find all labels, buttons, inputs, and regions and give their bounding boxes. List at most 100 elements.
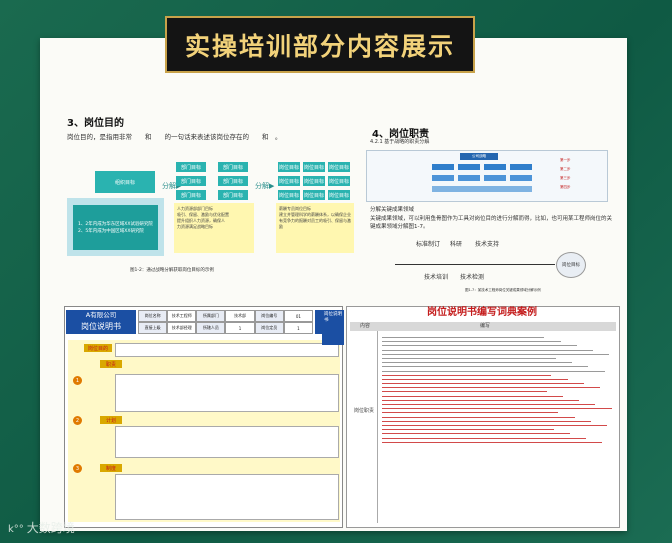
diagram-box-post-4: 岗位目标	[278, 176, 300, 186]
diagram-box-dept-3: 部门目标	[176, 176, 206, 186]
duty-text1: 分解关键成果领域	[370, 207, 415, 213]
fish-label-4: 技术培训	[424, 274, 449, 281]
purpose-caption: 图1-2：通过战略分解获取岗位目标的示例	[130, 268, 214, 273]
page-title-banner: 实操培训部分内容展示	[165, 16, 475, 73]
dict-text-line	[382, 399, 580, 401]
jd-header-cell: 技术部	[225, 310, 255, 322]
org-levels: 第一步 第二步 第三步 第四步	[560, 158, 571, 189]
diagram-box-dept-5: 部门目标	[176, 190, 206, 200]
dict-col2: 编写	[480, 323, 491, 329]
diagram-box-dept-6: 部门目标	[218, 190, 248, 200]
diagram-box-goals: 1、2年内成为华东区域XX试验研究院 2、5年内成为中国区域XX研究院	[73, 205, 158, 250]
org-box-e	[432, 175, 454, 181]
jd-section-1: 岗位目的	[84, 344, 112, 352]
diagram-box-post-8: 岗位目标	[303, 190, 325, 200]
purpose-text: 岗位目的，是指用非常 和 的一句话来表述该岗位存在的 和 。	[67, 133, 282, 141]
dict-text-line	[382, 362, 573, 364]
jd-section-2: 职责	[100, 360, 122, 368]
org-box-c	[484, 164, 506, 170]
dict-text-line	[382, 383, 584, 385]
org-box-h	[510, 175, 532, 181]
fish-label-5: 技术检测	[460, 274, 485, 281]
diagram-box-post-2: 岗位目标	[303, 162, 325, 172]
jd-header-grid: 岗位名称 技术工程师 所属部门 技术部 岗位编号 01 直接上级 技术部经理 所辖人员 1 岗位定员…	[138, 310, 313, 334]
watermark-logo: k°°	[8, 524, 24, 535]
org-box-d	[510, 164, 532, 170]
dict-body	[382, 334, 614, 522]
diagram-text-middle: 人力资源部部门目标 吸引、保留、激励与优化配置 提升组织人力资源，确保人 力资源满足战…	[177, 206, 229, 229]
slide-board: 3、岗位目的 岗位目的，是指用非常 和 的一句话来表述该岗位存在的 和 。 组织…	[40, 38, 627, 531]
diagram-box-dept-4: 部门目标	[218, 176, 248, 186]
jd-header-cell: 岗位定员	[254, 322, 284, 334]
page-title: 实操培训部分内容展示	[184, 31, 455, 61]
diagram-box-post-5: 岗位目标	[303, 176, 325, 186]
dict-text-line	[382, 391, 547, 393]
jd-header-cell: 岗位名称	[138, 310, 168, 322]
fish-label-1: 标准制订	[416, 241, 441, 248]
fish-label-3: 技术支持	[475, 241, 500, 248]
org-box-g	[484, 175, 506, 181]
duty-sub: 4.2.1 基于战略的职责分解	[370, 139, 430, 145]
jd-section-4: 制度	[100, 464, 122, 472]
dict-text-line	[382, 341, 561, 343]
dict-text-line	[382, 424, 608, 426]
jd-header-cell: 技术部经理	[167, 322, 197, 334]
jd-header-cell: 01	[283, 310, 313, 322]
purpose-heading: 3、岗位目的	[67, 118, 124, 129]
diagram-box-post-9: 岗位目标	[328, 190, 350, 200]
dict-text-line	[382, 404, 596, 405]
jd-num-3: 3	[73, 464, 82, 473]
dict-text-line	[382, 378, 568, 380]
jd-purpose-row	[115, 343, 339, 357]
jd-section-3: 计划	[100, 416, 122, 424]
dict-text-line	[382, 349, 594, 351]
jd-header-cell: 1	[283, 322, 313, 334]
diagram-box-dept-2: 部门目标	[218, 162, 248, 172]
watermark-text: 大数跨境	[26, 521, 75, 535]
dict-text-line	[382, 433, 570, 435]
duty-caption: 图1-7：某技术工程师岗位关键成果领域分解示例	[465, 288, 541, 292]
jd-header-cell: 所辖人员	[196, 322, 226, 334]
jd-header-cell: 1	[225, 322, 255, 334]
dict-text-line	[382, 429, 554, 431]
dict-divider	[377, 331, 378, 523]
jd-header-cell: 直接上级	[138, 322, 168, 334]
dict-col1: 内容	[360, 323, 371, 329]
dict-text-line	[382, 437, 587, 439]
org-box-b	[458, 164, 480, 170]
fish-label-2: 科研	[450, 241, 463, 248]
jd-header-cell: 岗位编号	[254, 310, 284, 322]
diagram-box-post-7: 岗位目标	[278, 190, 300, 200]
dict-text-line	[382, 370, 605, 372]
diagram-box-post-6: 岗位目标	[328, 176, 350, 186]
jd-num-1: 1	[73, 376, 82, 385]
dict-text-line	[382, 374, 552, 376]
dict-row-label: 岗位职责	[354, 408, 375, 414]
jd-company: A有限公司	[85, 311, 117, 319]
jd-num-2: 2	[73, 416, 82, 425]
jd-header-cell: 技术工程师	[167, 310, 197, 322]
jd-duty-row-1	[115, 374, 339, 412]
arrow-2: 分解▶	[255, 182, 275, 190]
org-box-bottom	[432, 186, 532, 192]
jd-header-cell: 所属部门	[196, 310, 226, 322]
dict-text-line	[382, 353, 610, 355]
fish-spine	[395, 264, 555, 265]
dict-text-line	[382, 441, 603, 443]
jd-duty-row-2	[115, 426, 339, 458]
dict-text-line	[382, 412, 559, 414]
diagram-box-org: 组织目标	[95, 171, 155, 193]
dict-text-line	[382, 357, 556, 359]
duty-text2: 关键成果领域，可以利用鱼骨图作为工具对岗位目的进行分解而得，比如，也可用某工程师…	[370, 216, 613, 230]
diagram-text-right: 薪酬专员岗位目标 建立并管理科学的薪酬体系，以确保企业有竞争力的报酬对员工的吸引、…	[279, 206, 351, 229]
watermark: k°° 大数跨境	[8, 519, 75, 536]
diagram-box-post-3: 岗位目标	[328, 162, 350, 172]
jd-company-block: A有限公司 岗位说明书	[66, 310, 136, 334]
dict-text-line	[382, 395, 563, 397]
fish-head: 岗位目标	[556, 252, 586, 278]
dict-text-line	[382, 337, 545, 338]
dict-text-line	[382, 345, 577, 347]
diagram-box-dept-1: 部门目标	[176, 162, 206, 172]
dict-text-line	[382, 387, 601, 389]
org-box-f	[458, 175, 480, 181]
